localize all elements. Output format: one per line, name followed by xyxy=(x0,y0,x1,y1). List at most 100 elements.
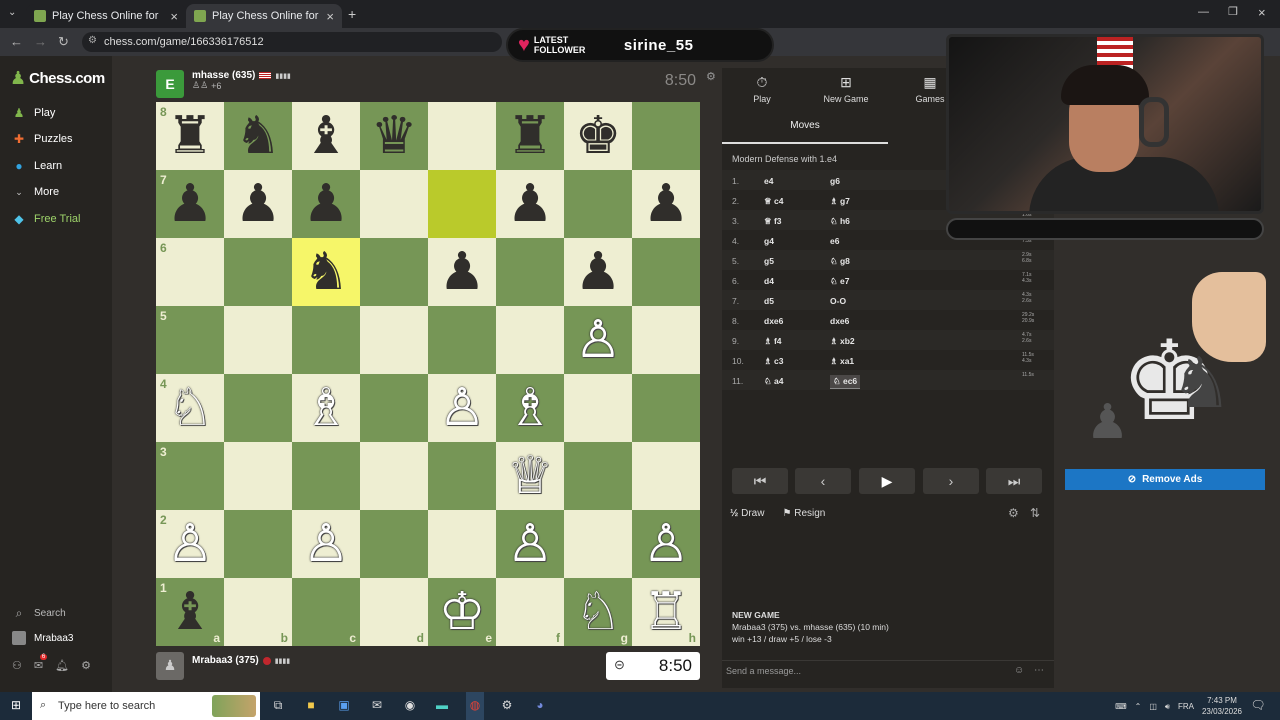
first-move-button[interactable]: ⏮︎ xyxy=(732,468,788,494)
square-g2[interactable] xyxy=(564,510,632,578)
square-c7[interactable]: ♟ xyxy=(292,170,360,238)
new-tab-icon[interactable]: + xyxy=(348,6,356,22)
store-icon[interactable]: ▣ xyxy=(336,698,352,714)
square-b6[interactable] xyxy=(224,238,292,306)
white-move[interactable]: d5 xyxy=(764,296,774,306)
white-piece-e4[interactable]: ♙ xyxy=(439,382,486,434)
white-piece-g5[interactable]: ♙ xyxy=(575,314,622,366)
square-h3[interactable] xyxy=(632,442,700,510)
tab-list-icon[interactable]: ⌄ xyxy=(8,7,16,18)
square-f1[interactable]: f xyxy=(496,578,564,646)
forward-icon[interactable]: → xyxy=(34,34,47,49)
black-move[interactable]: ♗ xa1 xyxy=(830,356,854,367)
task-view-icon[interactable]: ⧉ xyxy=(270,698,286,714)
language-indicator[interactable]: FRA xyxy=(1178,701,1194,712)
mail-icon[interactable]: ✉ xyxy=(369,698,385,714)
black-piece-f7[interactable]: ♟ xyxy=(507,178,554,230)
black-piece-c8[interactable]: ♝ xyxy=(303,110,350,162)
black-move[interactable]: ♗ g7 xyxy=(830,196,850,207)
black-piece-a7[interactable]: ♟ xyxy=(167,178,214,230)
black-piece-d8[interactable]: ♛ xyxy=(371,110,418,162)
previous-move-button[interactable]: ‹ xyxy=(795,468,851,494)
square-e2[interactable] xyxy=(428,510,496,578)
square-c4[interactable]: ♗ xyxy=(292,374,360,442)
square-g6[interactable]: ♟ xyxy=(564,238,632,306)
settings-gear-icon[interactable]: ⚙ xyxy=(81,659,91,672)
black-move[interactable]: ♘ h6 xyxy=(830,216,850,227)
file-explorer-icon[interactable]: ■ xyxy=(303,698,319,714)
square-a8[interactable]: 8 ♜ xyxy=(156,102,224,170)
network-icon[interactable]: ◫ xyxy=(1149,701,1157,712)
remove-ads-button[interactable]: ⊘ Remove Ads xyxy=(1065,469,1265,490)
square-d2[interactable] xyxy=(360,510,428,578)
square-e5[interactable] xyxy=(428,306,496,374)
white-piece-h1[interactable]: ♖ xyxy=(643,586,690,638)
square-d1[interactable]: d xyxy=(360,578,428,646)
settings-icon[interactable]: ⚙ xyxy=(499,698,515,714)
windows-start-icon[interactable]: ⊞ xyxy=(8,698,24,714)
square-b8[interactable]: ♞ xyxy=(224,102,292,170)
square-c3[interactable] xyxy=(292,442,360,510)
terminal-icon[interactable]: ▬ xyxy=(434,698,450,714)
square-c2[interactable]: ♙ xyxy=(292,510,360,578)
messages-icon[interactable]: ✉ 6 xyxy=(34,654,48,672)
black-piece-a1[interactable]: ♝ xyxy=(167,586,214,638)
avatar[interactable]: E xyxy=(156,70,184,98)
square-d7[interactable] xyxy=(360,170,428,238)
white-piece-c2[interactable]: ♙ xyxy=(303,518,350,570)
white-move[interactable]: dxe6 xyxy=(764,316,783,326)
square-h5[interactable] xyxy=(632,306,700,374)
square-h4[interactable] xyxy=(632,374,700,442)
white-piece-f3[interactable]: ♕ xyxy=(507,450,554,502)
chrome-icon[interactable]: ◍ xyxy=(466,692,484,720)
close-tab-icon[interactable]: × xyxy=(326,9,334,24)
square-b3[interactable] xyxy=(224,442,292,510)
draw-button[interactable]: ½ Draw xyxy=(730,508,764,519)
square-d5[interactable] xyxy=(360,306,428,374)
analysis-icon[interactable]: ⚙ xyxy=(1008,506,1019,520)
sidebar-item-learn[interactable]: ● Learn xyxy=(12,159,62,173)
black-move[interactable]: O-O xyxy=(830,296,846,306)
square-f3[interactable]: ♕ xyxy=(496,442,564,510)
url-field[interactable]: ⚙ chess.com/game/166336176512 xyxy=(82,32,502,52)
next-move-button[interactable]: › xyxy=(923,468,979,494)
square-f8[interactable]: ♜ xyxy=(496,102,564,170)
square-g7[interactable] xyxy=(564,170,632,238)
white-piece-a2[interactable]: ♙ xyxy=(167,518,214,570)
black-piece-b8[interactable]: ♞ xyxy=(235,110,282,162)
sidebar-item-more[interactable]: ⌄ More xyxy=(12,185,59,199)
white-move[interactable]: g4 xyxy=(764,236,774,246)
black-piece-b7[interactable]: ♟ xyxy=(235,178,282,230)
board-settings-gear-icon[interactable]: ⚙ xyxy=(706,70,716,83)
square-b5[interactable] xyxy=(224,306,292,374)
black-piece-c7[interactable]: ♟ xyxy=(303,178,350,230)
sidebar-search[interactable]: ⌕ Search xyxy=(12,606,66,620)
black-move[interactable]: ♗ xb2 xyxy=(830,336,855,347)
chesscom-logo[interactable]: ♟ Chess.com xyxy=(10,68,105,89)
square-c8[interactable]: ♝ xyxy=(292,102,360,170)
chess-board[interactable]: 8 ♜ ♞ ♝ ♛ ♜ ♚ 7 ♟ ♟ ♟ ♟ ♟ 6 ♞ ♟ ♟ 5 ♙ 4 ♘ ♗ ♙ ♗ 3 ♕ 2 ♙ ♙ ♙ ♙ 1 a ♝ b c d e ♔ f… xyxy=(156,102,700,646)
square-h8[interactable] xyxy=(632,102,700,170)
keyboard-icon[interactable]: ⌨ xyxy=(1115,701,1127,712)
square-h7[interactable]: ♟ xyxy=(632,170,700,238)
white-move[interactable]: ♕ f3 xyxy=(764,216,782,227)
white-move[interactable]: ♗ c3 xyxy=(764,356,783,367)
black-move[interactable]: g6 xyxy=(830,176,840,186)
square-d6[interactable] xyxy=(360,238,428,306)
back-icon[interactable]: ← xyxy=(10,34,23,49)
close-window-icon[interactable]: × xyxy=(1258,5,1266,20)
sidebar-item-puzzles[interactable]: ✚ Puzzles xyxy=(12,132,73,146)
square-a6[interactable]: 6 xyxy=(156,238,224,306)
clock-datetime[interactable]: 7:43 PM 23/03/2026 xyxy=(1202,695,1242,717)
square-f2[interactable]: ♙ xyxy=(496,510,564,578)
tray-expand-icon[interactable]: ⌃ xyxy=(1135,701,1142,712)
square-f6[interactable] xyxy=(496,238,564,306)
site-info-icon[interactable]: ⚙ xyxy=(88,35,97,46)
square-a3[interactable]: 3 xyxy=(156,442,224,510)
obs-icon[interactable]: ◉ xyxy=(402,698,418,714)
flip-board-icon[interactable]: ⇅ xyxy=(1030,506,1040,520)
square-c1[interactable]: c xyxy=(292,578,360,646)
friends-icon[interactable]: ⚇ xyxy=(12,659,22,672)
volume-icon[interactable]: 🔊︎ xyxy=(1165,701,1170,712)
resign-button[interactable]: ⚑ Resign xyxy=(782,508,825,519)
